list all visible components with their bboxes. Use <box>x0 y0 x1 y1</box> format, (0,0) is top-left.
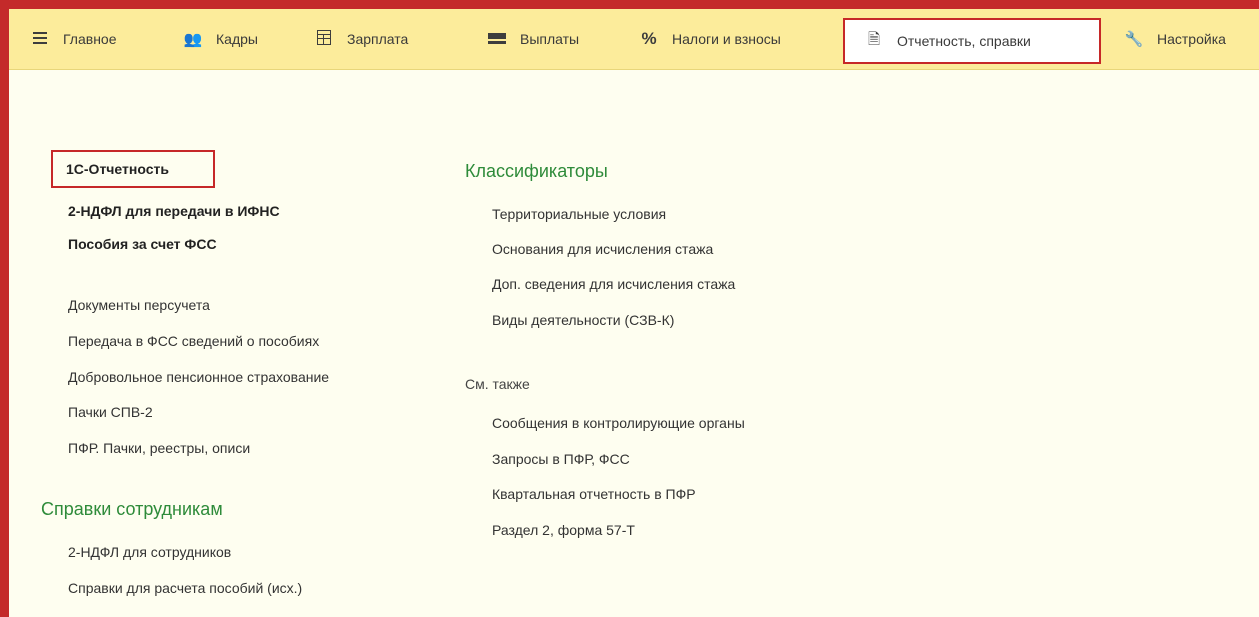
section-title-classifiers: Классификаторы <box>465 161 608 181</box>
nav-salary-label: Зарплата <box>347 31 409 47</box>
window-frame-top <box>0 0 1259 9</box>
link-pfr-fss-requests[interactable]: Запросы в ПФР, ФСС <box>492 451 630 467</box>
nav-main-label: Главное <box>63 31 117 47</box>
link-voluntary-pension[interactable]: Добровольное пенсионное страхование <box>68 369 329 385</box>
link-benefit-certificates[interactable]: Справки для расчета пособий (исх.) <box>68 580 302 596</box>
wallet-icon <box>486 31 508 47</box>
nav-reports[interactable]: 🗎 Отчетность, справки <box>843 18 1101 64</box>
link-regulatory-messages[interactable]: Сообщения в контролирующие органы <box>492 415 745 431</box>
see-also-title: См. также <box>465 376 530 392</box>
window-frame-left <box>0 0 9 617</box>
nav-reports-label: Отчетность, справки <box>897 33 1031 49</box>
section-content: 1С-Отчетность 2-НДФЛ для передачи в ИФНС… <box>9 70 1259 617</box>
section-title-employee-certificates: Справки сотрудникам <box>41 499 223 519</box>
nav-payments[interactable]: Выплаты <box>486 9 579 69</box>
nav-taxes-label: Налоги и взносы <box>672 31 781 47</box>
link-seniority-extra[interactable]: Доп. сведения для исчисления стажа <box>492 276 735 292</box>
people-icon: 👥 <box>183 31 203 48</box>
link-2ndfl-employees[interactable]: 2-НДФЛ для сотрудников <box>68 544 231 560</box>
link-fss-benefits[interactable]: Пособия за счет ФСС <box>68 236 217 252</box>
link-pfr-packs[interactable]: ПФР. Пачки, реестры, описи <box>68 440 250 456</box>
link-2ndfl-ifns[interactable]: 2-НДФЛ для передачи в ИФНС <box>68 203 280 219</box>
nav-personnel[interactable]: 👥 Кадры <box>182 9 258 69</box>
hamburger-menu-icon <box>29 31 51 47</box>
link-spv2-packs[interactable]: Пачки СПВ-2 <box>68 404 153 420</box>
documents-icon: 🗎 <box>867 30 881 48</box>
nav-personnel-label: Кадры <box>216 31 258 47</box>
link-1c-reporting[interactable]: 1С-Отчетность <box>51 150 215 188</box>
nav-settings-label: Настройка <box>1157 31 1226 47</box>
percent-icon: % <box>641 29 657 48</box>
link-personnel-docs[interactable]: Документы персучета <box>68 297 210 313</box>
wrench-icon: 🔧 <box>1124 31 1144 48</box>
link-territorial-conditions[interactable]: Территориальные условия <box>492 206 666 222</box>
nav-settings[interactable]: 🔧 Настройка <box>1123 9 1226 69</box>
nav-taxes[interactable]: % Налоги и взносы <box>638 9 781 69</box>
nav-payments-label: Выплаты <box>520 31 580 47</box>
calculator-icon <box>313 30 335 48</box>
nav-main[interactable]: Главное <box>29 9 117 69</box>
sections-panel: Главное 👥 Кадры Зарплата Выплаты % Налог… <box>9 9 1259 70</box>
link-activity-types[interactable]: Виды деятельности (СЗВ-К) <box>492 312 674 328</box>
link-quarterly-pfr[interactable]: Квартальная отчетность в ПФР <box>492 486 696 502</box>
link-form-57t[interactable]: Раздел 2, форма 57-Т <box>492 522 635 538</box>
nav-salary[interactable]: Зарплата <box>313 9 408 69</box>
link-fss-transfer[interactable]: Передача в ФСС сведений о пособиях <box>68 333 319 349</box>
link-seniority-grounds[interactable]: Основания для исчисления стажа <box>492 241 713 257</box>
